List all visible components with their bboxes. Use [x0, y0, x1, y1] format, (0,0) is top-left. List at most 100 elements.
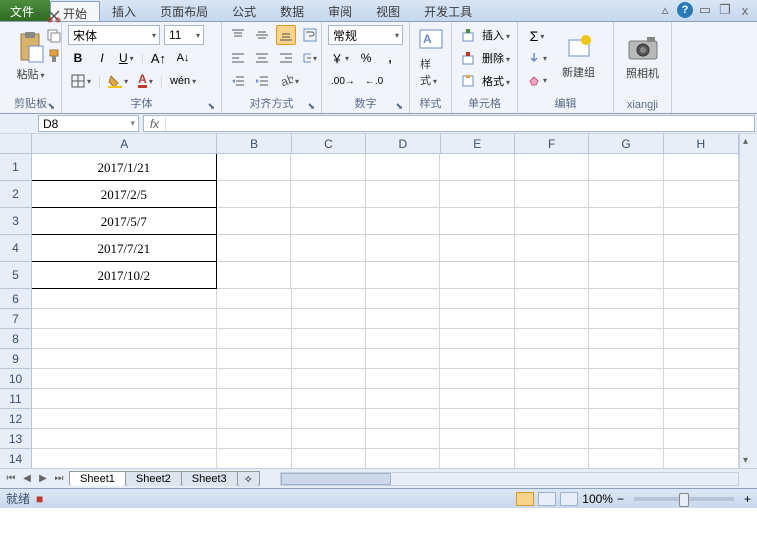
tab-dev[interactable]: 开发工具 — [412, 0, 484, 21]
column-header-E[interactable]: E — [441, 134, 515, 154]
font-size-select[interactable]: 11 — [164, 25, 204, 45]
cell-D1[interactable] — [366, 154, 440, 181]
cell-H1[interactable] — [664, 154, 739, 181]
sheet-tab-3[interactable]: Sheet3 — [181, 471, 238, 486]
cell-E12[interactable] — [440, 409, 514, 429]
autosum-button[interactable]: Σ — [524, 26, 550, 46]
clear-button[interactable] — [524, 70, 550, 90]
cell-D8[interactable] — [366, 329, 440, 349]
cell-E7[interactable] — [440, 309, 514, 329]
orientation-button[interactable]: ab — [276, 71, 302, 91]
cell-H14[interactable] — [664, 449, 739, 468]
cell-B10[interactable] — [217, 369, 291, 389]
cell-H5[interactable] — [664, 262, 739, 289]
cell-G5[interactable] — [589, 262, 663, 289]
zoom-level[interactable]: 100% — [582, 492, 613, 506]
cell-H10[interactable] — [664, 369, 739, 389]
sheet-tab-1[interactable]: Sheet1 — [69, 471, 126, 486]
sheet-tab-2[interactable]: Sheet2 — [125, 471, 182, 486]
currency-button[interactable]: ￥ — [328, 48, 352, 68]
row-header-5[interactable]: 5 — [0, 262, 32, 289]
row-header-3[interactable]: 3 — [0, 208, 32, 235]
number-format-select[interactable]: 常规 — [328, 25, 403, 45]
cell-E11[interactable] — [440, 389, 514, 409]
cell-F3[interactable] — [515, 208, 589, 235]
cell-D5[interactable] — [366, 262, 440, 289]
underline-button[interactable]: U — [116, 48, 137, 68]
page-layout-view-button[interactable] — [538, 492, 556, 506]
cell-A6[interactable] — [32, 289, 217, 309]
cell-F11[interactable] — [515, 389, 589, 409]
cell-H2[interactable] — [664, 181, 739, 208]
tab-review[interactable]: 审阅 — [316, 0, 364, 21]
cell-F14[interactable] — [515, 449, 589, 468]
cell-A14[interactable] — [32, 449, 217, 468]
cell-H7[interactable] — [664, 309, 739, 329]
cell-G10[interactable] — [589, 369, 663, 389]
column-header-F[interactable]: F — [515, 134, 589, 154]
wrap-text-button[interactable] — [300, 25, 320, 45]
cell-G1[interactable] — [589, 154, 663, 181]
comma-button[interactable]: , — [380, 48, 400, 68]
row-header-12[interactable]: 12 — [0, 409, 32, 429]
cell-H3[interactable] — [664, 208, 739, 235]
cell-B12[interactable] — [217, 409, 291, 429]
cell-H4[interactable] — [664, 235, 739, 262]
cell-F5[interactable] — [515, 262, 589, 289]
row-header-2[interactable]: 2 — [0, 181, 32, 208]
styles-button[interactable]: A 样式 — [416, 24, 445, 90]
formula-bar[interactable]: fx — [143, 115, 755, 132]
cell-A8[interactable] — [32, 329, 217, 349]
horizontal-scrollbar[interactable] — [280, 472, 739, 486]
align-center-button[interactable] — [252, 48, 272, 68]
format-painter-button[interactable] — [44, 46, 64, 66]
cell-G9[interactable] — [589, 349, 663, 369]
row-header-8[interactable]: 8 — [0, 329, 32, 349]
fx-icon[interactable]: fx — [144, 117, 166, 131]
cell-G14[interactable] — [589, 449, 663, 468]
borders-button[interactable] — [68, 71, 94, 91]
cell-D11[interactable] — [366, 389, 440, 409]
cell-F4[interactable] — [515, 235, 589, 262]
cell-A4[interactable]: 2017/7/21 — [31, 234, 217, 262]
column-header-A[interactable]: A — [32, 134, 217, 154]
cell-A11[interactable] — [32, 389, 217, 409]
cell-C1[interactable] — [291, 154, 365, 181]
cell-C6[interactable] — [292, 289, 366, 309]
row-header-13[interactable]: 13 — [0, 429, 32, 449]
cell-A9[interactable] — [32, 349, 217, 369]
sheet-nav[interactable]: ⏮◀▶⏭ — [0, 473, 70, 484]
tab-layout[interactable]: 页面布局 — [148, 0, 220, 21]
zoom-in-button[interactable]: + — [744, 492, 751, 506]
cell-D3[interactable] — [366, 208, 440, 235]
tab-data[interactable]: 数据 — [268, 0, 316, 21]
cell-E6[interactable] — [440, 289, 514, 309]
row-header-11[interactable]: 11 — [0, 389, 32, 409]
increase-indent-button[interactable] — [252, 71, 272, 91]
cell-B13[interactable] — [217, 429, 291, 449]
cell-F12[interactable] — [515, 409, 589, 429]
align-middle-button[interactable] — [252, 25, 272, 45]
tab-insert[interactable]: 插入 — [100, 0, 148, 21]
row-header-10[interactable]: 10 — [0, 369, 32, 389]
decrease-indent-button[interactable] — [228, 71, 248, 91]
tab-file[interactable]: 文件 — [0, 0, 50, 21]
new-sheet-button[interactable]: ✧ — [237, 471, 260, 487]
cell-D2[interactable] — [366, 181, 440, 208]
cell-G2[interactable] — [589, 181, 663, 208]
select-all-corner[interactable] — [0, 134, 32, 154]
cell-E10[interactable] — [440, 369, 514, 389]
cell-G3[interactable] — [589, 208, 663, 235]
column-header-G[interactable]: G — [589, 134, 663, 154]
align-bottom-button[interactable] — [276, 25, 296, 45]
cell-C4[interactable] — [291, 235, 365, 262]
cell-D6[interactable] — [366, 289, 440, 309]
camera-button[interactable]: 照相机 — [620, 24, 665, 90]
cell-E5[interactable] — [440, 262, 514, 289]
align-top-button[interactable] — [228, 25, 248, 45]
cell-A7[interactable] — [32, 309, 217, 329]
cell-G13[interactable] — [589, 429, 663, 449]
percent-button[interactable]: % — [356, 48, 376, 68]
delete-cells-button[interactable] — [458, 48, 478, 68]
column-header-C[interactable]: C — [292, 134, 366, 154]
